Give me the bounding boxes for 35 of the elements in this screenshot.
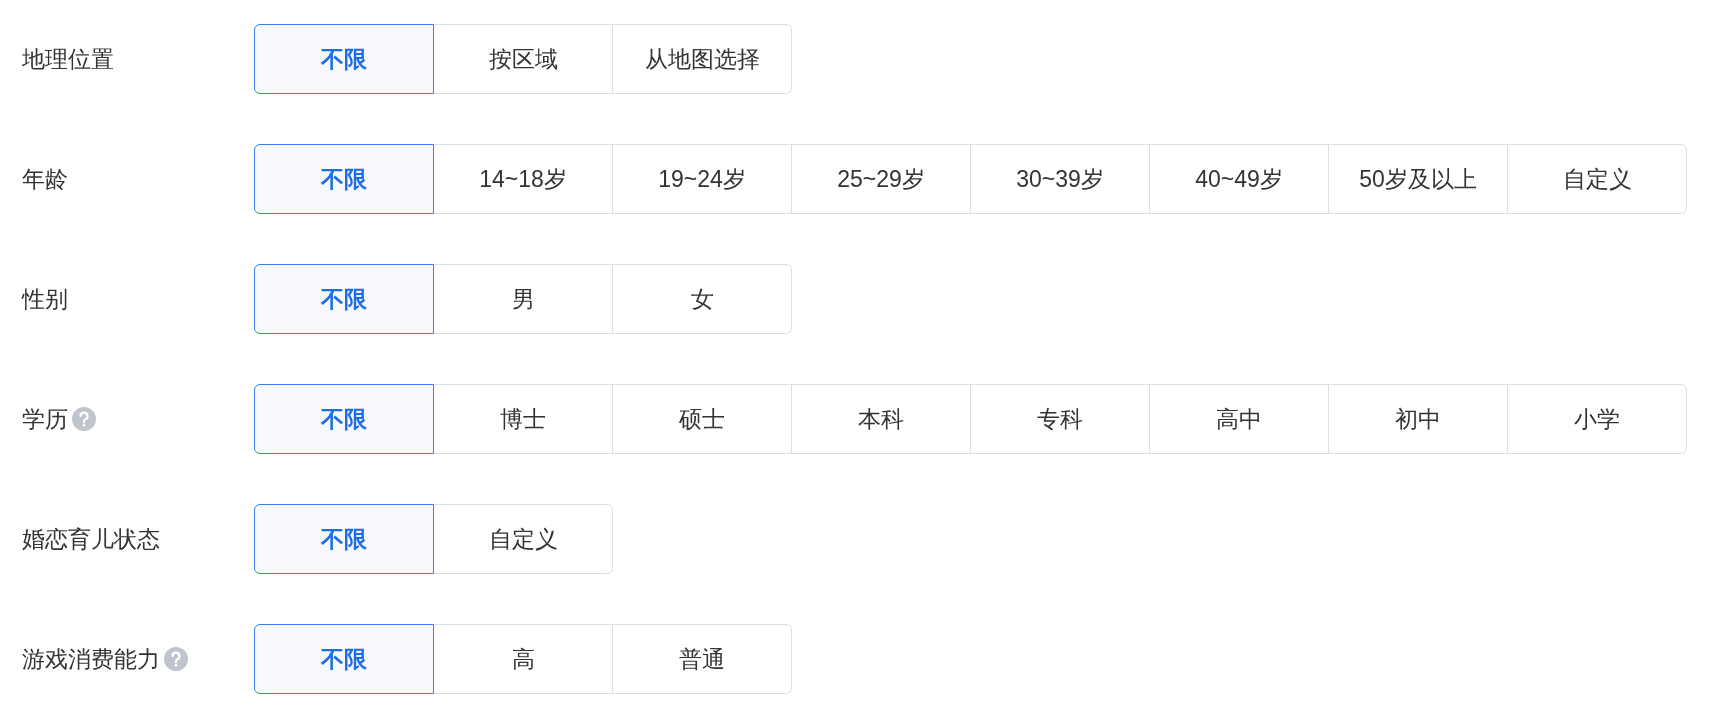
option-button[interactable]: 自定义 (433, 504, 613, 574)
option-button[interactable]: 初中 (1328, 384, 1508, 454)
option-button[interactable]: 不限 (254, 144, 434, 214)
filter-label: 婚恋育儿状态 (22, 524, 160, 554)
option-button[interactable]: 自定义 (1507, 144, 1687, 214)
option-button[interactable]: 不限 (254, 624, 434, 694)
option-button[interactable]: 普通 (612, 624, 792, 694)
filter-label: 地理位置 (22, 44, 114, 74)
option-button[interactable]: 不限 (254, 504, 434, 574)
option-button[interactable]: 按区域 (433, 24, 613, 94)
option-button[interactable]: 不限 (254, 24, 434, 94)
option-button[interactable]: 男 (433, 264, 613, 334)
option-button[interactable]: 19~24岁 (612, 144, 792, 214)
help-icon[interactable] (72, 407, 96, 431)
option-button[interactable]: 不限 (254, 264, 434, 334)
option-button[interactable]: 高中 (1149, 384, 1329, 454)
option-button[interactable]: 25~29岁 (791, 144, 971, 214)
option-button[interactable]: 从地图选择 (612, 24, 792, 94)
option-button[interactable]: 专科 (970, 384, 1150, 454)
option-button[interactable]: 14~18岁 (433, 144, 613, 214)
filter-label: 游戏消费能力 (22, 644, 160, 674)
option-button[interactable]: 高 (433, 624, 613, 694)
filter-label: 年龄 (22, 164, 68, 194)
option-button[interactable]: 硕士 (612, 384, 792, 454)
option-button[interactable]: 女 (612, 264, 792, 334)
option-button[interactable]: 30~39岁 (970, 144, 1150, 214)
option-button[interactable]: 博士 (433, 384, 613, 454)
option-button[interactable]: 不限 (254, 384, 434, 454)
option-button[interactable]: 50岁及以上 (1328, 144, 1508, 214)
option-button[interactable]: 小学 (1507, 384, 1687, 454)
option-button[interactable]: 40~49岁 (1149, 144, 1329, 214)
filter-label: 学历 (22, 404, 68, 434)
help-icon[interactable] (164, 647, 188, 671)
filter-label: 性别 (22, 284, 68, 314)
option-button[interactable]: 本科 (791, 384, 971, 454)
